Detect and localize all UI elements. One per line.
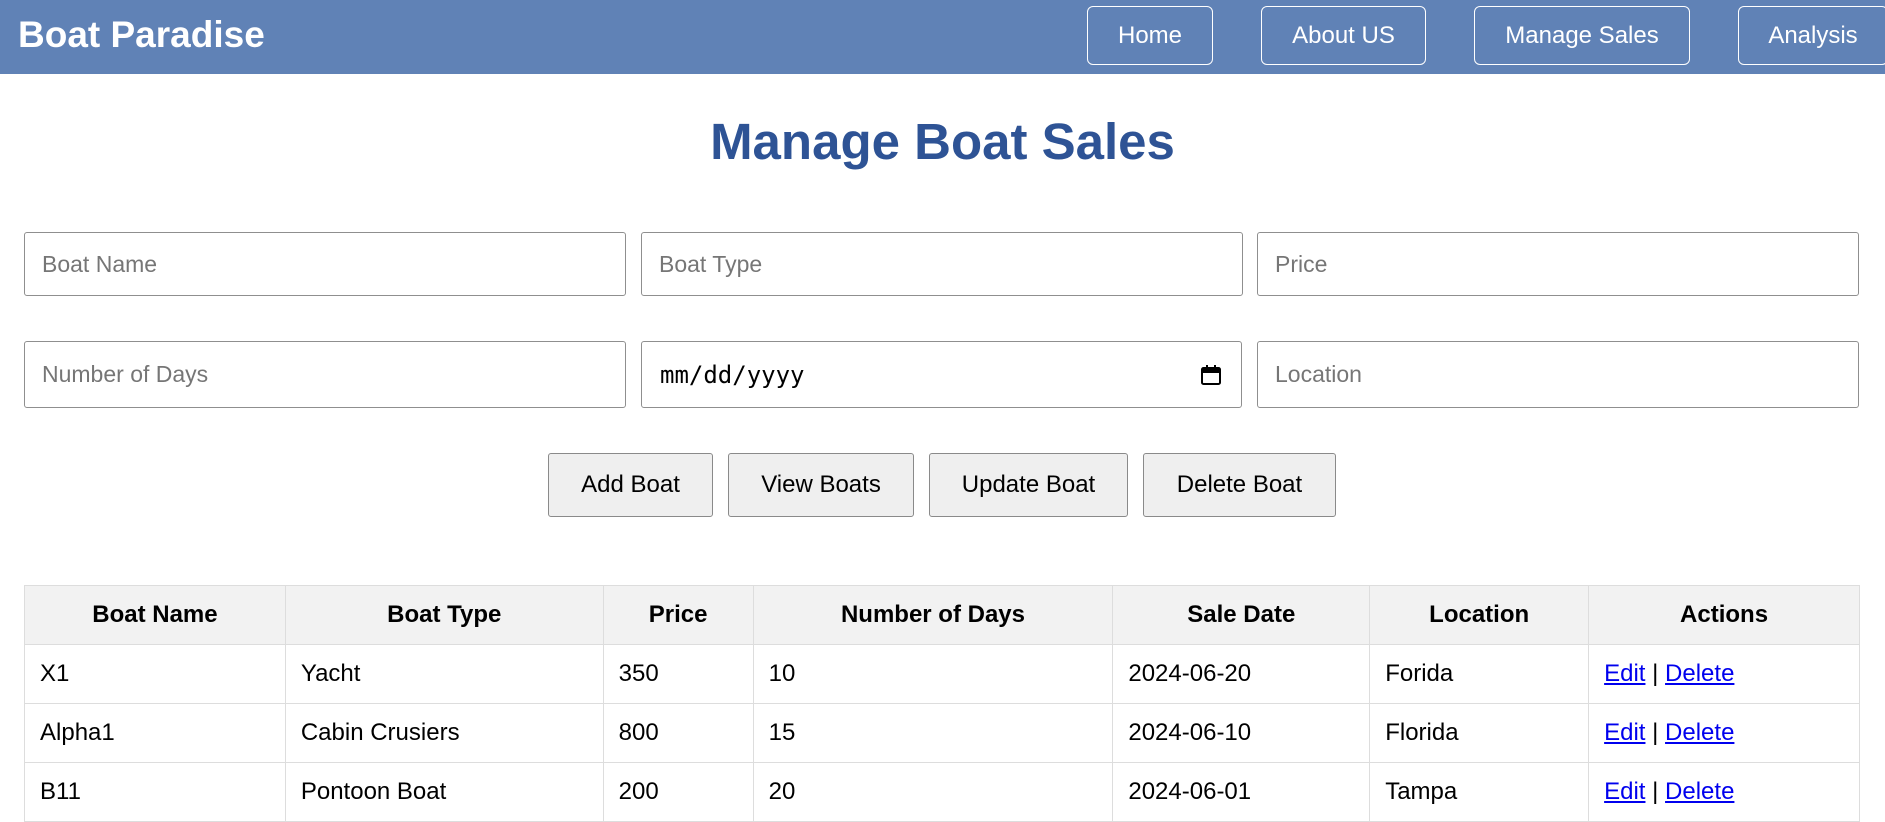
delete-link[interactable]: Delete xyxy=(1665,660,1734,687)
sale-date-value: mm/dd/yyyy xyxy=(660,360,805,389)
top-navbar: Boat Paradise Home About US Manage Sales… xyxy=(0,0,1885,74)
delete-link[interactable]: Delete xyxy=(1665,719,1734,746)
cell-location: Florida xyxy=(1369,703,1590,763)
brand-logo: Boat Paradise xyxy=(18,14,265,55)
action-separator: | xyxy=(1652,660,1659,687)
table-row: B11 Pontoon Boat 200 20 2024-06-01 Tampa… xyxy=(24,762,1860,822)
boat-name-input[interactable] xyxy=(24,232,626,296)
cell-location: Forida xyxy=(1369,644,1590,704)
sale-date-input[interactable]: mm/dd/yyyy xyxy=(641,341,1242,408)
column-header-sale-date: Sale Date xyxy=(1112,585,1371,645)
cell-price: 200 xyxy=(602,762,754,822)
number-of-days-input[interactable] xyxy=(24,341,626,408)
page-title: Manage Boat Sales xyxy=(710,113,1175,170)
cell-number-of-days: 15 xyxy=(752,703,1114,763)
column-header-location: Location xyxy=(1369,585,1590,645)
cell-boat-name: B11 xyxy=(24,762,286,822)
cell-boat-type: Pontoon Boat xyxy=(284,762,604,822)
column-header-number-of-days: Number of Days xyxy=(752,585,1114,645)
cell-actions: Edit | Delete xyxy=(1588,703,1860,763)
edit-link[interactable]: Edit xyxy=(1604,778,1645,805)
cell-price: 350 xyxy=(602,644,754,704)
action-separator: | xyxy=(1652,778,1659,805)
cell-price: 800 xyxy=(602,703,754,763)
view-boats-button[interactable]: View Boats xyxy=(728,453,914,517)
action-separator: | xyxy=(1652,719,1659,746)
add-boat-button[interactable]: Add Boat xyxy=(548,453,713,517)
column-header-price: Price xyxy=(602,585,754,645)
nav-analysis-button[interactable]: Analysis xyxy=(1738,6,1885,65)
nav-manage-sales-button[interactable]: Manage Sales xyxy=(1474,6,1690,65)
update-boat-button[interactable]: Update Boat xyxy=(929,453,1128,517)
column-header-boat-name: Boat Name xyxy=(24,585,286,645)
cell-number-of-days: 20 xyxy=(752,762,1114,822)
boat-sales-table: Boat Name Boat Type Price Number of Days… xyxy=(24,585,1860,822)
table-header-row: Boat Name Boat Type Price Number of Days… xyxy=(24,585,1860,645)
calendar-icon[interactable] xyxy=(1199,363,1223,387)
edit-link[interactable]: Edit xyxy=(1604,660,1645,687)
column-header-actions: Actions xyxy=(1588,585,1860,645)
edit-link[interactable]: Edit xyxy=(1604,719,1645,746)
cell-boat-type: Cabin Crusiers xyxy=(284,703,604,763)
cell-boat-type: Yacht xyxy=(284,644,604,704)
table-row: X1 Yacht 350 10 2024-06-20 Forida Edit |… xyxy=(24,644,1860,704)
cell-number-of-days: 10 xyxy=(752,644,1114,704)
cell-actions: Edit | Delete xyxy=(1588,762,1860,822)
boat-type-input[interactable] xyxy=(641,232,1243,296)
cell-actions: Edit | Delete xyxy=(1588,644,1860,704)
price-input[interactable] xyxy=(1257,232,1859,296)
delete-boat-button[interactable]: Delete Boat xyxy=(1143,453,1336,517)
table-row: Alpha1 Cabin Crusiers 800 15 2024-06-10 … xyxy=(24,703,1860,763)
location-input[interactable] xyxy=(1257,341,1859,408)
cell-boat-name: Alpha1 xyxy=(24,703,286,763)
cell-boat-name: X1 xyxy=(24,644,286,704)
cell-sale-date: 2024-06-01 xyxy=(1112,762,1371,822)
nav-home-button[interactable]: Home xyxy=(1087,6,1213,65)
cell-sale-date: 2024-06-10 xyxy=(1112,703,1371,763)
delete-link[interactable]: Delete xyxy=(1665,778,1734,805)
column-header-boat-type: Boat Type xyxy=(284,585,604,645)
cell-location: Tampa xyxy=(1369,762,1590,822)
cell-sale-date: 2024-06-20 xyxy=(1112,644,1371,704)
nav-about-button[interactable]: About US xyxy=(1261,6,1426,65)
